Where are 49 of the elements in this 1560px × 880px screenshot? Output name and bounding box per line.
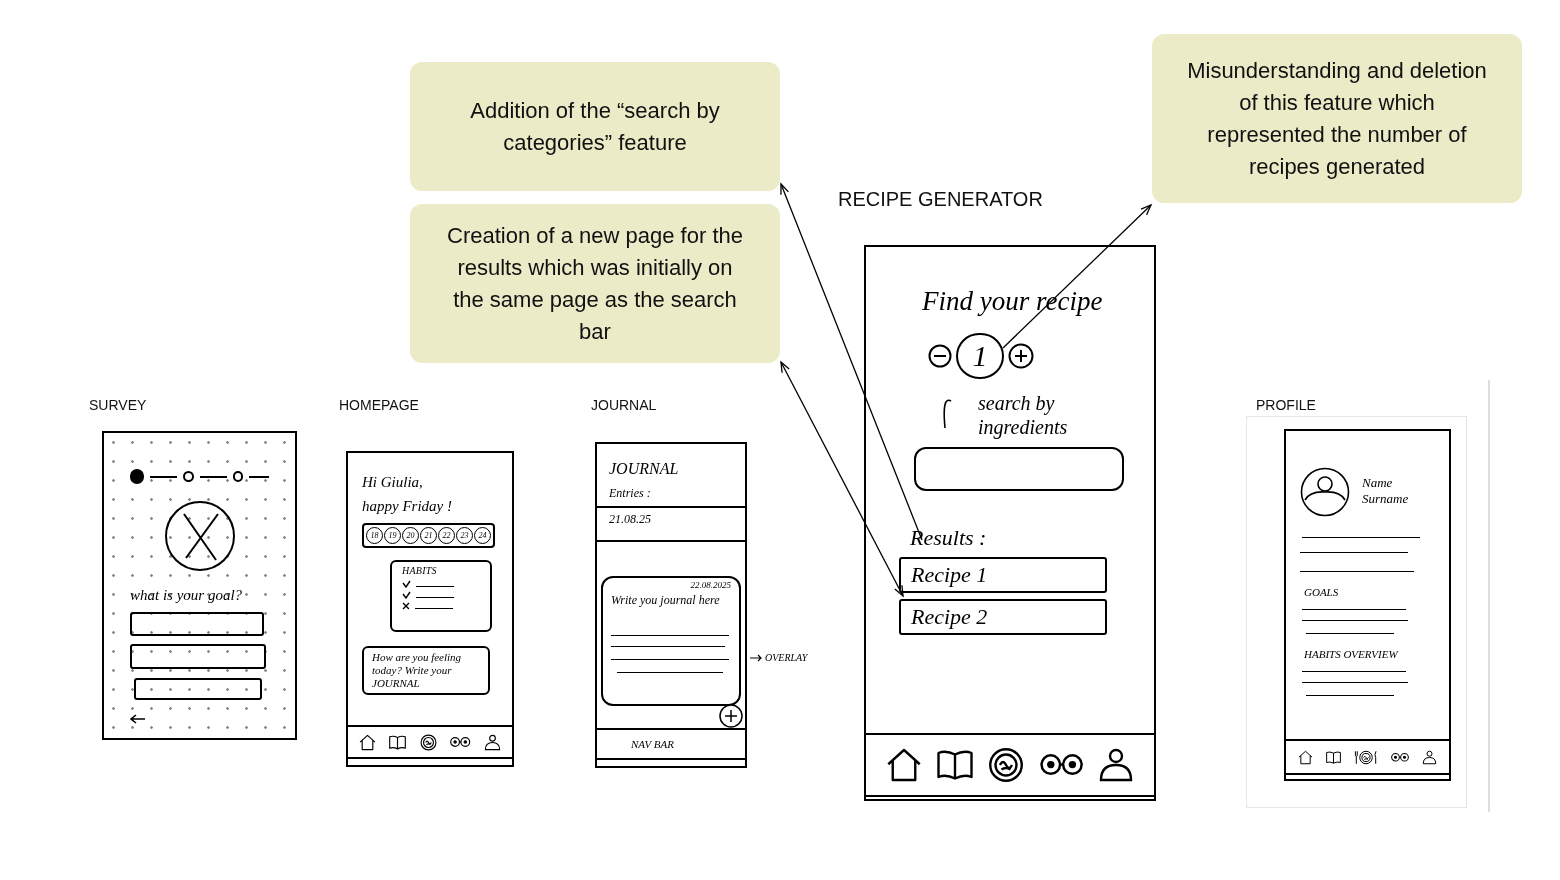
person-icon <box>1098 747 1135 783</box>
plate-icon <box>988 747 1025 783</box>
journal-entry-row: 21.08.25 <box>597 508 745 542</box>
result-item: Recipe 1 <box>899 557 1107 593</box>
entries-label: Entries : <box>609 486 651 500</box>
arrow-icon <box>750 654 762 662</box>
book-icon <box>1326 749 1342 765</box>
journal-title: JOURNAL <box>609 460 679 478</box>
profile-name: Name Surname <box>1362 475 1410 507</box>
section-label: JOURNAL <box>591 397 657 413</box>
avatar-icon <box>1300 467 1350 517</box>
journal-prompt-card: How are you feeling today? Write your JOURNAL <box>362 646 490 695</box>
greeting-subtitle: happy Friday ! <box>362 497 452 515</box>
entry-date: 22.08.2025 <box>690 580 731 591</box>
plate-icon <box>419 733 437 751</box>
callout-note: Addition of the “search by categories” feature <box>410 62 780 191</box>
glasses-icon <box>450 736 471 748</box>
glasses-icon <box>1390 751 1409 763</box>
recipe-count: 1 <box>956 333 1004 379</box>
section-label: SURVEY <box>89 397 147 413</box>
profile-section-title: GOALS <box>1304 586 1339 599</box>
results-label: Results : <box>910 525 987 551</box>
greeting-text: Hi Giulia, <box>362 473 423 491</box>
result-item: Recipe 2 <box>899 599 1107 635</box>
journal-text-area[interactable]: Write you journal here <box>611 593 723 625</box>
section-label: HOMEPAGE <box>339 397 419 413</box>
profile-section-title: HABITS OVERVIEW <box>1304 648 1398 661</box>
overlay-annotation: OVERLAY <box>765 652 808 664</box>
home-icon <box>885 747 922 783</box>
habits-title: HABITS <box>402 565 437 577</box>
plus-icon <box>1008 343 1034 369</box>
search-field[interactable] <box>914 447 1124 491</box>
hook-mark-icon <box>942 399 952 429</box>
minus-icon <box>928 344 952 368</box>
person-icon <box>484 733 502 751</box>
home-icon <box>358 733 376 751</box>
back-arrow-icon <box>130 714 146 724</box>
book-icon <box>389 733 407 751</box>
callout-note: Creation of a new page for the results which was initially on the same page as the search bar <box>410 204 780 363</box>
plate-cutlery-icon <box>1354 749 1378 765</box>
search-label: search by ingredients <box>978 391 1069 439</box>
glasses-icon <box>1039 752 1083 778</box>
home-icon <box>1298 749 1314 765</box>
person-icon <box>1421 749 1437 765</box>
callout-note: Misunderstanding and deletion of this feature which represented the number of recipes generated <box>1152 34 1522 203</box>
survey-question: what is your goal? <box>130 586 243 604</box>
section-label: RECIPE GENERATOR <box>838 187 1043 211</box>
section-label: PROFILE <box>1256 397 1316 413</box>
nav-bar-label: NAV BAR <box>631 737 674 751</box>
